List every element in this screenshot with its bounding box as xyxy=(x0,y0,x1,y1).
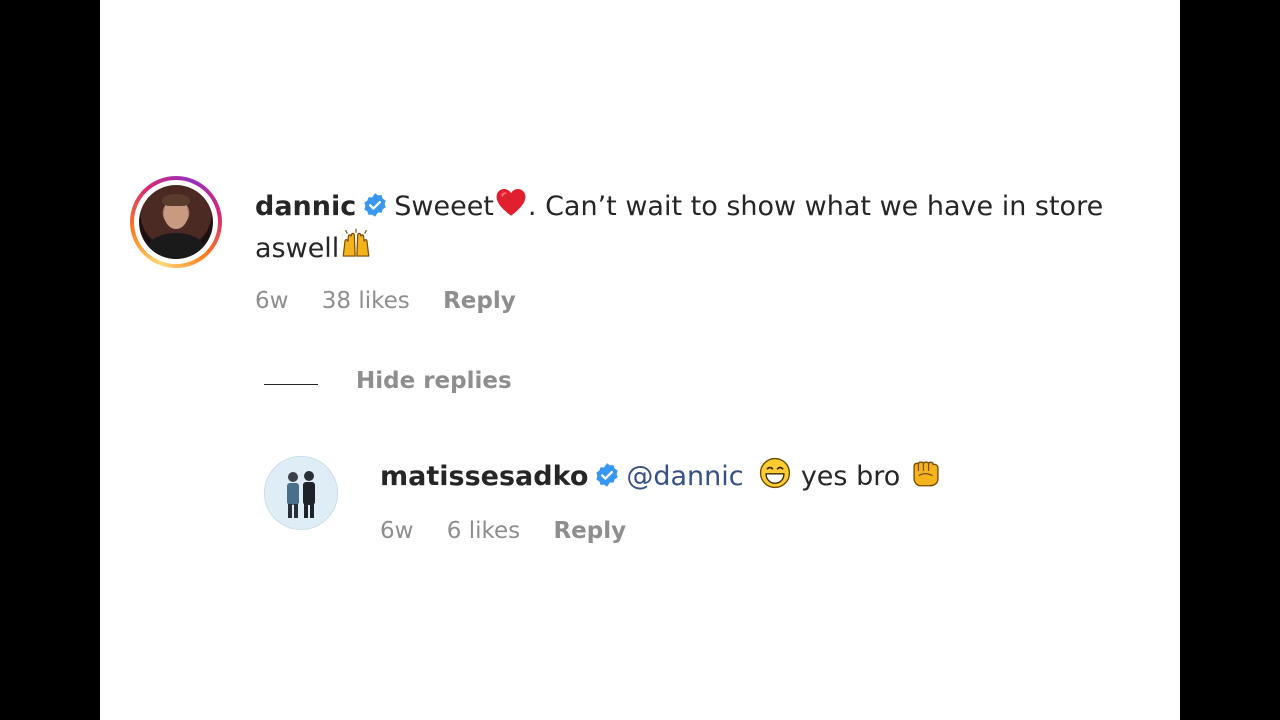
comment-timestamp[interactable]: 6w xyxy=(255,288,288,314)
profile-photo-duo-icon xyxy=(265,457,337,529)
reply-meta: 6w 6 likes Reply xyxy=(380,518,652,544)
reply-reply-button[interactable]: Reply xyxy=(553,518,626,544)
reply-timestamp[interactable]: 6w xyxy=(380,518,413,544)
grinning-face-emoji-icon xyxy=(760,457,791,489)
comment-username[interactable]: dannic xyxy=(255,191,356,222)
reply-mention-link[interactable]: @dannic xyxy=(626,461,743,492)
avatar[interactable] xyxy=(130,176,222,268)
reply-text: matissesadko @dannic yes bro xyxy=(380,456,943,498)
comment-reply-button[interactable]: Reply xyxy=(443,288,516,314)
comment-thread-panel: dannic Sweeet . Can’t wait to show what … xyxy=(100,0,1180,720)
reply-message: yes bro xyxy=(800,461,901,492)
hide-replies-button[interactable]: Hide replies xyxy=(356,368,512,394)
thread-divider-line xyxy=(264,384,318,385)
comment-meta: 6w 38 likes Reply xyxy=(255,288,542,314)
reply-username[interactable]: matissesadko xyxy=(380,461,588,492)
profile-photo-icon xyxy=(139,185,213,259)
reply-likes[interactable]: 6 likes xyxy=(447,518,520,544)
verified-badge-icon xyxy=(364,193,386,217)
reply-avatar[interactable] xyxy=(264,456,338,530)
oncoming-fist-emoji-icon xyxy=(913,461,939,487)
comment-text-part1: Sweeet xyxy=(394,191,494,222)
comment-likes[interactable]: 38 likes xyxy=(322,288,410,314)
raising-hands-emoji-icon xyxy=(342,228,370,257)
comment-text: dannic Sweeet . Can’t wait to show what … xyxy=(255,186,1155,270)
verified-badge-icon xyxy=(596,463,619,487)
red-heart-emoji-icon xyxy=(496,188,526,216)
